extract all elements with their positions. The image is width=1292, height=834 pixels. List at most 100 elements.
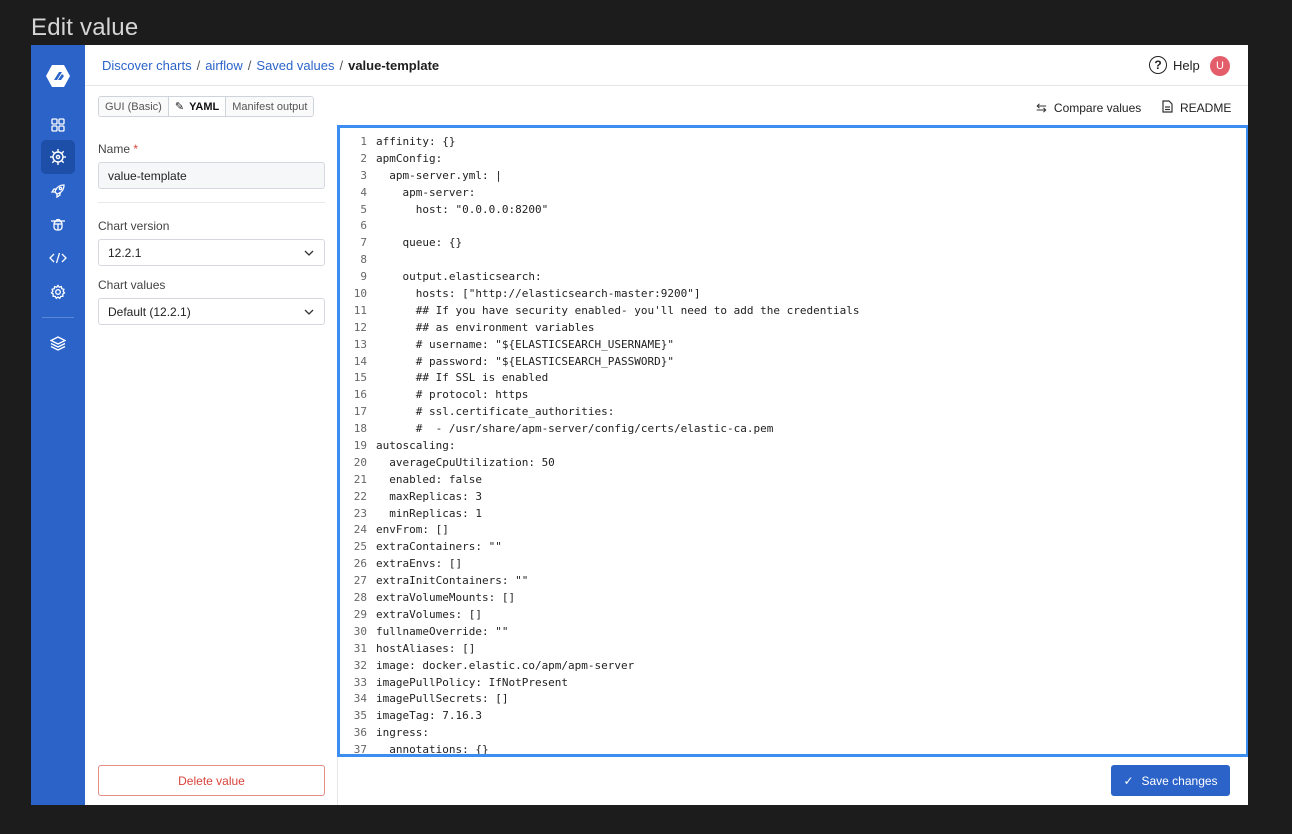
code-line[interactable]: 9 output.elasticsearch: (340, 269, 859, 286)
line-number: 15 (353, 371, 367, 385)
code-line[interactable]: 29 extraVolumes: [] (340, 607, 859, 624)
chevron-down-icon (304, 309, 314, 315)
line-text: imageTag: 7.16.3 (376, 709, 482, 723)
code-line[interactable]: 13 # username: "${ELASTICSEARCH_USERNAME… (340, 337, 859, 354)
compare-values-label: Compare values (1053, 101, 1142, 115)
chart-version-select[interactable]: 12.2.1 (98, 239, 325, 266)
form-divider (98, 202, 325, 203)
code-line[interactable]: 21 enabled: false (340, 472, 859, 489)
code-line[interactable]: 28 extraVolumeMounts: [] (340, 590, 859, 607)
swap-arrows-icon: ⇆ (1036, 100, 1047, 115)
line-number: 28 (353, 591, 367, 605)
code-line[interactable]: 22 maxReplicas: 3 (340, 489, 859, 506)
dashboard-icon[interactable] (41, 108, 75, 142)
code-line[interactable]: 35 imageTag: 7.16.3 (340, 708, 859, 725)
app-logo-icon[interactable] (45, 63, 71, 89)
line-text: ## If you have security enabled- you'll … (376, 303, 860, 317)
code-line[interactable]: 18 # - /usr/share/apm-server/config/cert… (340, 421, 859, 438)
code-icon[interactable] (41, 241, 75, 275)
code-line[interactable]: 3 apm-server.yml: | (340, 168, 859, 185)
code-line[interactable]: 15 ## If SSL is enabled (340, 370, 859, 387)
compare-values-button[interactable]: ⇆ Compare values (1036, 100, 1141, 116)
code-line[interactable]: 25 extraContainers: "" (340, 539, 859, 556)
yaml-editor[interactable]: 1 affinity: {} 2 apmConfig: 3 apm-server.yml… (337, 125, 1248, 757)
code-line[interactable]: 1 affinity: {} (340, 134, 859, 151)
tab-gui-basic[interactable]: GUI (Basic) (99, 97, 169, 116)
code-line[interactable]: 27 extraInitContainers: "" (340, 573, 859, 590)
code-line[interactable]: 19 autoscaling: (340, 438, 859, 455)
help-button[interactable]: ? Help (1149, 56, 1200, 74)
document-icon (1162, 100, 1173, 116)
line-text: queue: {} (376, 236, 463, 250)
breadcrumb-airflow[interactable]: airflow (205, 58, 243, 73)
code-line[interactable]: 14 # password: "${ELASTICSEARCH_PASSWORD… (340, 354, 859, 371)
chart-version-value: 12.2.1 (108, 245, 142, 260)
code-line[interactable]: 10 hosts: ["http://elasticsearch-master:… (340, 286, 859, 303)
line-number: 32 (353, 658, 367, 672)
code-line[interactable]: 16 # protocol: https (340, 387, 859, 404)
readme-button[interactable]: README (1162, 100, 1231, 116)
code-line[interactable]: 31 hostAliases: [] (340, 641, 859, 658)
line-number: 2 (360, 151, 367, 165)
rocket-icon[interactable] (41, 174, 75, 208)
avatar[interactable]: U (1210, 56, 1230, 76)
line-text: extraContainers: "" (376, 540, 502, 554)
line-number: 31 (353, 641, 367, 655)
line-text: extraEnvs: [] (376, 557, 463, 571)
settings-icon[interactable] (41, 275, 75, 309)
code-line[interactable]: 8 (340, 252, 859, 269)
code-line[interactable]: 32 image: docker.elastic.co/apm/apm-serve… (340, 658, 859, 675)
code-line[interactable]: 5 host: "0.0.0.0:8200" (340, 202, 859, 219)
line-number: 36 (353, 726, 367, 740)
code-line[interactable]: 36 ingress: (340, 725, 859, 742)
delete-value-button[interactable]: Delete value (98, 765, 325, 796)
tab-manifest-output[interactable]: Manifest output (226, 97, 314, 116)
code-line[interactable]: 33 imagePullPolicy: IfNotPresent (340, 675, 859, 692)
line-number: 1 (360, 135, 367, 148)
tab-yaml-label: YAML (189, 100, 220, 113)
page-heading: Edit value (31, 14, 139, 41)
line-text: apm-server.yml: | (376, 168, 502, 182)
breadcrumb-discover-charts[interactable]: Discover charts (102, 58, 192, 73)
breadcrumb: Discover charts / airflow / Saved values / val… (102, 58, 439, 73)
tab-yaml[interactable]: ✎ YAML (168, 97, 227, 116)
chart-values-select[interactable]: Default (12.2.1) (98, 298, 325, 325)
code-line[interactable]: 23 minReplicas: 1 (340, 506, 859, 523)
bug-icon[interactable] (41, 207, 75, 241)
breadcrumb-saved-values[interactable]: Saved values (256, 58, 334, 73)
breadcrumb-separator: / (196, 58, 201, 73)
layers-icon[interactable] (41, 326, 75, 360)
line-number: 6 (360, 219, 367, 233)
code-line[interactable]: 37 annotations: {} (340, 742, 859, 754)
code-line[interactable]: 20 averageCpuUtilization: 50 (340, 455, 859, 472)
code-line[interactable]: 11 ## If you have security enabled- you'… (340, 303, 860, 320)
line-number: 9 (360, 270, 367, 284)
code-line[interactable]: 2 apmConfig: (340, 151, 859, 168)
code-line[interactable]: 4 apm-server: (340, 185, 859, 202)
line-text: # password: "${ELASTICSEARCH_PASSWORD}" (376, 354, 675, 368)
line-text: extraVolumes: [] (376, 607, 482, 621)
line-text: hosts: ["http://elasticsearch-master:920… (376, 287, 701, 301)
code-line[interactable]: 6 (340, 218, 859, 235)
name-label: Name * (98, 142, 139, 156)
save-changes-label: Save changes (1141, 773, 1218, 788)
code-line[interactable]: 24 envFrom: [] (340, 522, 859, 539)
line-number: 30 (353, 624, 367, 638)
line-number: 5 (360, 202, 367, 216)
save-changes-button[interactable]: ✓ Save changes (1111, 765, 1230, 796)
line-number: 20 (353, 455, 367, 469)
code-line[interactable]: 17 # ssl.certificate_authorities: (340, 404, 859, 421)
chart-values-value: Default (12.2.1) (108, 304, 191, 319)
name-input[interactable]: value-template (98, 162, 325, 189)
code-line[interactable]: 7 queue: {} (340, 235, 859, 252)
code-line[interactable]: 30 fullnameOverride: "" (340, 624, 859, 641)
nav-rail (31, 45, 85, 805)
code-line[interactable]: 34 imagePullSecrets: [] (340, 691, 859, 708)
code-line[interactable]: 26 extraEnvs: [] (340, 556, 859, 573)
line-text: ## If SSL is enabled (376, 371, 549, 385)
line-text (367, 218, 376, 235)
code-line[interactable]: 12 ## as environment variables (340, 320, 859, 337)
line-text: # username: "${ELASTICSEARCH_USERNAME}" (376, 337, 675, 351)
line-number: 35 (353, 709, 367, 723)
helm-wheel-icon[interactable] (41, 140, 75, 174)
